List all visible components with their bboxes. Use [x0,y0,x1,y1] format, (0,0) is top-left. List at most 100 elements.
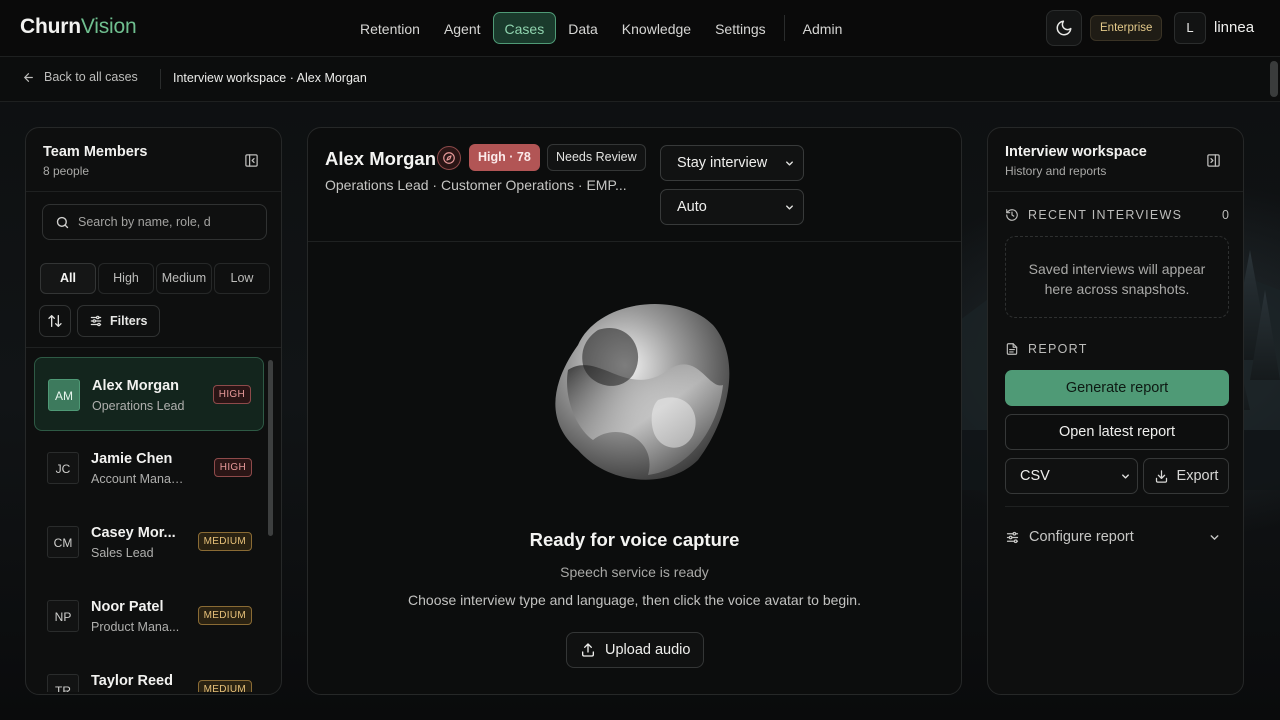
compass-button[interactable] [437,146,461,170]
language-value: Auto [677,199,707,215]
compass-icon [443,152,455,164]
brand-logo[interactable]: ChurnVision [20,15,137,39]
upload-icon [582,643,594,657]
chevron-down-icon [1210,535,1219,540]
member-role: Product Mana... [91,620,180,634]
risk-filter-tabs: All High Medium Low [40,263,270,294]
nav-cases[interactable]: Cases [492,12,557,44]
people-count: 8 people [43,164,90,178]
panel-divider [1005,506,1229,507]
nav-retention[interactable]: Retention [348,12,432,44]
breadcrumb-bar: Back to all cases Interview workspace · … [0,57,1280,102]
speech-status: Speech service is ready [560,564,709,580]
export-format-value: CSV [1020,468,1050,484]
moon-icon [1056,20,1072,36]
status-badge: Needs Review [547,144,646,171]
configure-report-toggle[interactable]: Configure report [1005,525,1229,549]
voice-avatar-orb[interactable] [538,290,738,490]
breadcrumb: Interview workspace · Alex Morgan [173,71,367,85]
member-role: Operations Lead [92,399,185,413]
member-name: Alex Morgan [92,378,180,394]
export-button[interactable]: Export [1143,458,1229,494]
member-name: Taylor Reed [91,673,173,689]
brand-name-part1: Churn [20,15,81,38]
arrow-left-icon [24,72,33,82]
filter-high[interactable]: High [98,263,154,294]
filter-all[interactable]: All [40,263,96,294]
user-avatar[interactable]: L [1174,12,1206,44]
search-input[interactable] [78,215,258,229]
collapse-panel-button[interactable] [242,151,260,169]
list-item[interactable]: AM Alex Morgan Operations Lead HIGH [34,357,264,431]
theme-toggle-button[interactable] [1046,10,1082,46]
interview-instructions: Choose interview type and language, then… [408,592,861,608]
avatar: TR [47,674,79,692]
case-meta: Operations Lead · Customer Operations · … [325,177,627,193]
filter-medium[interactable]: Medium [156,263,212,294]
configure-report-label: Configure report [1029,529,1134,545]
avatar: AM [48,379,80,411]
generate-report-button[interactable]: Generate report [1005,370,1229,406]
member-role: Account Manager [91,472,186,486]
avatar: NP [47,600,79,632]
report-label: REPORT [1028,342,1088,356]
panel-divider [26,191,281,192]
username[interactable]: linnea [1214,19,1254,36]
nav-divider [783,15,785,41]
chevron-down-icon [1122,474,1129,479]
open-latest-report-button[interactable]: Open latest report [1005,414,1229,450]
member-name: Casey Mor... [91,525,176,541]
member-name: Noor Patel [91,599,164,615]
member-list-scrollbar[interactable] [268,360,273,536]
sliders-icon [90,315,102,327]
list-item[interactable]: CM Casey Mor... Sales Lead MEDIUM [34,505,264,579]
sort-arrows-icon [48,315,62,327]
nav-admin[interactable]: Admin [791,12,855,44]
filters-label: Filters [110,314,148,328]
back-to-cases-link[interactable]: Back to all cases [22,70,138,84]
panel-collapse-right-icon [1206,153,1220,167]
list-item[interactable]: JC Jamie Chen Account Manager HIGH [34,431,264,505]
nav-agent[interactable]: Agent [432,12,493,44]
filters-button[interactable]: Filters [77,305,160,337]
history-icon [1006,209,1018,221]
list-item[interactable]: NP Noor Patel Product Mana... MEDIUM [34,579,264,653]
collapse-panel-button[interactable] [1204,151,1222,169]
sort-button[interactable] [39,305,71,337]
panel-divider [26,347,281,348]
risk-score-badge: High · 78 [469,144,540,171]
report-header: REPORT [1005,342,1088,356]
back-label: Back to all cases [44,70,138,84]
nav-knowledge[interactable]: Knowledge [610,12,703,44]
export-format-select[interactable]: CSV [1005,458,1138,494]
avatar: JC [47,452,79,484]
member-name: Jamie Chen [91,451,173,467]
search-icon [56,216,69,228]
recent-interviews-count: 0 [1222,208,1229,222]
list-item[interactable]: TR Taylor Reed MEDIUM [34,653,264,692]
export-label: Export [1176,468,1219,484]
upload-label: Upload audio [605,642,691,658]
filter-low[interactable]: Low [214,263,270,294]
avatar: CM [47,526,79,558]
recent-interviews-label: RECENT INTERVIEWS [1028,208,1183,222]
panel-divider [308,241,961,242]
nav-data[interactable]: Data [556,12,610,44]
upload-audio-button[interactable]: Upload audio [566,632,705,668]
page-scrollbar[interactable] [1270,61,1278,97]
member-list: AM Alex Morgan Operations Lead HIGH JC J… [34,355,264,692]
interview-panel: Alex Morgan High · 78 Needs Review Opera… [307,127,962,695]
download-icon [1155,469,1167,483]
document-icon [1006,343,1018,355]
sliders-icon [1006,531,1019,543]
recent-interviews-header: RECENT INTERVIEWS [1005,208,1182,222]
status-badge: MEDIUM [197,532,252,551]
top-navigation-bar: ChurnVision Retention Agent Cases Data K… [0,0,1280,57]
nav-settings[interactable]: Settings [703,12,778,44]
language-select[interactable]: Auto [660,189,804,225]
interview-type-select[interactable]: Stay interview [660,145,804,181]
member-search[interactable] [42,204,267,240]
case-name: Alex Morgan [325,148,437,169]
brand-name-part2: Vision [80,15,137,38]
interview-type-value: Stay interview [677,155,768,171]
